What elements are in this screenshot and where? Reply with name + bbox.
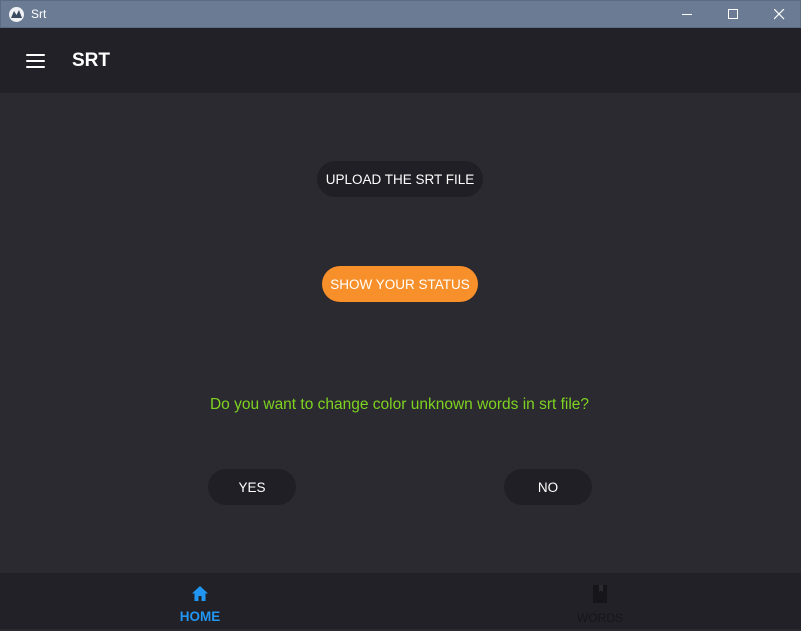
close-button[interactable] — [756, 1, 802, 28]
page-title: SRT — [72, 50, 110, 71]
kivy-logo-icon — [9, 7, 24, 22]
nav-item-home-label: HOME — [179, 609, 221, 624]
upload-srt-file-button[interactable]: UPLOAD THE SRT FILE — [317, 161, 483, 197]
no-button[interactable]: NO — [504, 469, 592, 505]
change-color-question: Do you want to change color unknown word… — [209, 396, 590, 413]
app-bar: SRT — [0, 28, 801, 93]
home-icon — [192, 586, 208, 601]
maximize-button[interactable] — [710, 1, 756, 28]
nav-item-words-label: WORDS — [577, 611, 623, 625]
show-status-button[interactable]: SHOW YOUR STATUS — [322, 266, 478, 302]
maximize-icon — [727, 9, 738, 19]
window-titlebar[interactable]: Srt — [0, 0, 801, 28]
hamburger-menu-icon[interactable] — [26, 54, 46, 68]
bottom-navigation: HOME WORDS — [0, 573, 801, 629]
close-icon — [773, 9, 784, 20]
yes-button[interactable]: YES — [208, 469, 296, 505]
minimize-button[interactable] — [664, 1, 710, 28]
book-icon — [593, 585, 607, 603]
minimize-icon — [681, 14, 692, 15]
nav-item-home[interactable]: HOME — [140, 573, 260, 629]
nav-item-words[interactable]: WORDS — [540, 573, 660, 629]
window-title: Srt — [31, 7, 47, 21]
